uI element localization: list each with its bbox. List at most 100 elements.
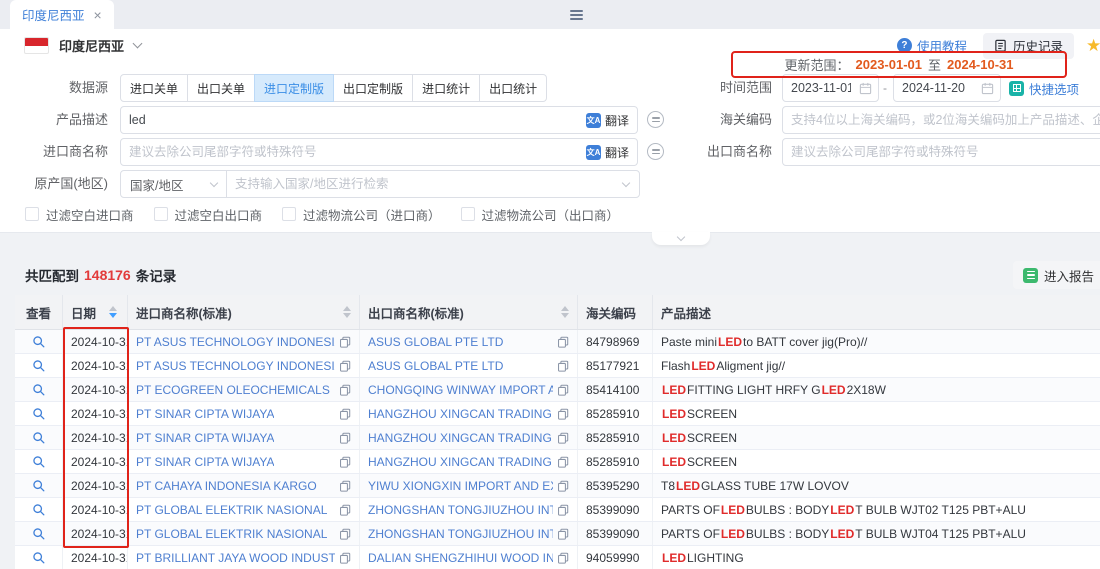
hs-code-value[interactable] bbox=[783, 113, 1100, 127]
importer-link[interactable]: PT ASUS TECHNOLOGY INDONESIA BA... bbox=[136, 359, 335, 373]
filter-checkbox-0[interactable]: 过滤空白进口商 bbox=[25, 205, 134, 224]
column-header-1[interactable]: 日期 bbox=[63, 295, 128, 329]
importer-link[interactable]: PT SINAR CIPTA WIJAYA bbox=[136, 455, 274, 469]
view-button[interactable] bbox=[15, 330, 63, 353]
copy-icon[interactable] bbox=[557, 552, 569, 564]
exporter-link[interactable]: ASUS GLOBAL PTE LTD bbox=[368, 359, 503, 373]
exporter-name-value[interactable] bbox=[783, 145, 1100, 159]
sort-carets-icon[interactable] bbox=[343, 306, 351, 318]
copy-icon[interactable] bbox=[339, 384, 351, 396]
view-button[interactable] bbox=[15, 354, 63, 377]
view-button[interactable] bbox=[15, 450, 63, 473]
datasource-tab-2[interactable]: 进口定制版 bbox=[254, 74, 334, 102]
translate-button[interactable]: 文A 翻译 bbox=[586, 112, 637, 129]
view-button[interactable] bbox=[15, 402, 63, 425]
filter-checkbox-2[interactable]: 过滤物流公司（进口商） bbox=[282, 205, 441, 224]
copy-icon[interactable] bbox=[339, 528, 351, 540]
copy-icon[interactable] bbox=[339, 408, 351, 420]
close-icon[interactable]: × bbox=[94, 8, 102, 22]
checkbox-icon[interactable] bbox=[282, 207, 296, 221]
view-button[interactable] bbox=[15, 546, 63, 569]
exporter-link[interactable]: HANGZHOU XINGCAN TRADING CO LTD bbox=[368, 407, 553, 421]
importer-link[interactable]: PT ASUS TECHNOLOGY INDONESIA BA... bbox=[136, 335, 335, 349]
datasource-tab-1[interactable]: 出口关单 bbox=[187, 74, 255, 102]
copy-icon[interactable] bbox=[557, 384, 569, 396]
column-header-2[interactable]: 进口商名称(标准) bbox=[128, 295, 360, 329]
sort-carets-icon[interactable] bbox=[109, 306, 117, 318]
exporter-cell: ZHONGSHAN TONGJIUZHOU INTERNA... bbox=[360, 498, 578, 521]
view-button[interactable] bbox=[15, 426, 63, 449]
copy-icon[interactable] bbox=[339, 552, 351, 564]
quick-options-button[interactable]: 快捷选项 bbox=[1009, 74, 1079, 102]
datasource-tab-3[interactable]: 出口定制版 bbox=[333, 74, 413, 102]
date-from-input[interactable] bbox=[782, 74, 879, 102]
importer-link[interactable]: PT SINAR CIPTA WIJAYA bbox=[136, 407, 274, 421]
match-option-icon[interactable] bbox=[647, 111, 664, 128]
copy-icon[interactable] bbox=[339, 456, 351, 468]
filter-checkbox-3[interactable]: 过滤物流公司（出口商） bbox=[461, 205, 620, 224]
exporter-link[interactable]: YIWU XIONGXIN IMPORT AND EXPORT... bbox=[368, 479, 553, 493]
sort-carets-icon[interactable] bbox=[561, 306, 569, 318]
copy-icon[interactable] bbox=[557, 432, 569, 444]
copy-icon[interactable] bbox=[557, 360, 569, 372]
view-button[interactable] bbox=[15, 498, 63, 521]
copy-icon[interactable] bbox=[557, 408, 569, 420]
tab-list-icon[interactable] bbox=[570, 10, 583, 20]
checkbox-icon[interactable] bbox=[461, 207, 475, 221]
favorite-star-icon[interactable]: ★ bbox=[1086, 36, 1100, 56]
importer-link[interactable]: PT BRILLIANT JAYA WOOD INDUSTRY bbox=[136, 551, 335, 565]
copy-icon[interactable] bbox=[557, 504, 569, 516]
view-button[interactable] bbox=[15, 474, 63, 497]
date-from-value[interactable] bbox=[783, 81, 859, 95]
copy-icon[interactable] bbox=[339, 360, 351, 372]
importer-link[interactable]: PT ECOGREEN OLEOCHEMICALS bbox=[136, 383, 330, 397]
datasource-tab-0[interactable]: 进口关单 bbox=[120, 74, 188, 102]
origin-search-value[interactable] bbox=[227, 177, 623, 191]
search-icon bbox=[32, 431, 46, 445]
exporter-link[interactable]: HANGZHOU XINGCAN TRADING CO LTD bbox=[368, 431, 553, 445]
column-header-3[interactable]: 出口商名称(标准) bbox=[360, 295, 578, 329]
date-to-value[interactable] bbox=[894, 81, 981, 95]
chevron-down-icon[interactable] bbox=[133, 39, 143, 49]
exporter-link[interactable]: ZHONGSHAN TONGJIUZHOU INTERNA... bbox=[368, 527, 553, 541]
tab-indonesia[interactable]: 印度尼西亚 × bbox=[10, 0, 114, 29]
copy-icon[interactable] bbox=[557, 456, 569, 468]
exporter-link[interactable]: CHONGQING WINWAY IMPORT AND E... bbox=[368, 383, 553, 397]
collapse-form-button[interactable] bbox=[652, 232, 710, 245]
origin-type-select[interactable]: 国家/地区 bbox=[121, 171, 227, 197]
copy-icon[interactable] bbox=[557, 336, 569, 348]
copy-icon[interactable] bbox=[557, 480, 569, 492]
exporter-link[interactable]: ZHONGSHAN TONGJIUZHOU INTERNA... bbox=[368, 503, 553, 517]
importer-link[interactable]: PT CAHAYA INDONESIA KARGO bbox=[136, 479, 317, 493]
exporter-name-input[interactable] bbox=[782, 138, 1100, 166]
exporter-link[interactable]: HANGZHOU XINGCAN TRADING CO LTD bbox=[368, 455, 553, 469]
product-desc-input[interactable]: 文A 翻译 bbox=[120, 106, 638, 134]
filter-checkbox-1[interactable]: 过滤空白出口商 bbox=[154, 205, 263, 224]
match-option-icon[interactable] bbox=[647, 143, 664, 160]
datasource-tab-4[interactable]: 进口统计 bbox=[412, 74, 480, 102]
translate-button[interactable]: 文A 翻译 bbox=[586, 144, 637, 161]
copy-icon[interactable] bbox=[339, 432, 351, 444]
copy-icon[interactable] bbox=[339, 336, 351, 348]
copy-icon[interactable] bbox=[557, 528, 569, 540]
importer-link[interactable]: PT GLOBAL ELEKTRIK NASIONAL bbox=[136, 503, 327, 517]
view-button[interactable] bbox=[15, 522, 63, 545]
checkbox-icon[interactable] bbox=[25, 207, 39, 221]
exporter-link[interactable]: DALIAN SHENGZHIHUI WOOD INDUST... bbox=[368, 551, 553, 565]
importer-name-input[interactable]: 文A 翻译 bbox=[120, 138, 638, 166]
search-icon bbox=[32, 527, 46, 541]
copy-icon[interactable] bbox=[339, 504, 351, 516]
view-button[interactable] bbox=[15, 378, 63, 401]
hs-code-input[interactable] bbox=[782, 106, 1100, 134]
importer-link[interactable]: PT SINAR CIPTA WIJAYA bbox=[136, 431, 274, 445]
importer-name-value[interactable] bbox=[121, 145, 586, 159]
checkbox-icon[interactable] bbox=[154, 207, 168, 221]
datasource-tab-5[interactable]: 出口统计 bbox=[479, 74, 547, 102]
enter-report-button[interactable]: 进入报告 bbox=[1013, 261, 1100, 289]
copy-icon[interactable] bbox=[339, 480, 351, 492]
exporter-link[interactable]: ASUS GLOBAL PTE LTD bbox=[368, 335, 503, 349]
date-to-input[interactable] bbox=[893, 74, 1001, 102]
importer-link[interactable]: PT GLOBAL ELEKTRIK NASIONAL bbox=[136, 527, 327, 541]
origin-input[interactable]: 国家/地区 bbox=[120, 170, 640, 198]
product-desc-value[interactable] bbox=[121, 113, 586, 127]
